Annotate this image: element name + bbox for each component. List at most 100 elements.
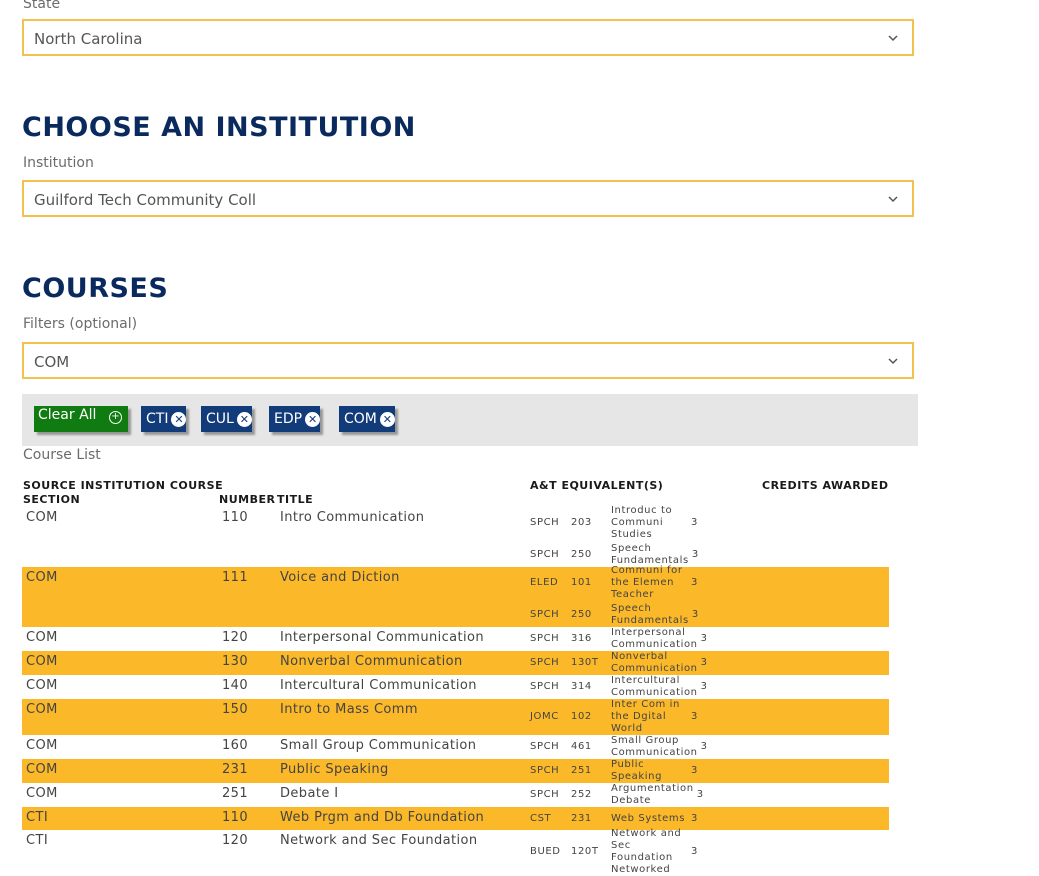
equiv-number: 461 — [571, 741, 592, 752]
cell-number: 140 — [222, 678, 249, 693]
cell-number: 120 — [222, 833, 249, 848]
courses-heading: COURSES — [22, 273, 169, 304]
equiv-title: Speech Fundamentals — [611, 603, 689, 627]
equiv-title-line: Web Systems — [611, 813, 686, 824]
equiv-dept: SPCH — [530, 657, 560, 668]
equiv-number: 314 — [571, 681, 592, 692]
equiv-credits: 3 — [691, 711, 698, 722]
equiv-dept: SPCH — [530, 609, 560, 620]
equiv-title: Nonverbal Communication — [611, 651, 698, 675]
close-circle-icon[interactable]: ✕ — [236, 411, 252, 427]
institution-select-value: Guilford Tech Community Coll — [34, 191, 257, 209]
clear-all-button[interactable]: Clear All + — [34, 406, 128, 432]
state-select[interactable]: North Carolina — [22, 19, 914, 56]
chevron-down-icon — [888, 358, 898, 365]
col-header-title: TITLE — [277, 493, 314, 506]
institution-select[interactable]: Guilford Tech Community Coll — [22, 180, 914, 217]
cell-number: 150 — [222, 702, 249, 717]
equiv-title: Network and Sec Foundation Networked — [611, 828, 681, 876]
cell-title: Intro to Mass Comm — [280, 702, 418, 717]
equiv-title-line: Fundamentals — [611, 615, 689, 626]
equiv-number: 130T — [571, 657, 599, 668]
equiv-title-line: Sec — [611, 840, 631, 851]
equiv-credits: 3 — [700, 681, 708, 692]
equiv-number: 251 — [571, 765, 592, 776]
filter-chip-cti[interactable]: CTI ✕ — [141, 406, 187, 432]
equiv-title-line: Communication — [611, 687, 698, 698]
col-header-number: NUMBER — [219, 493, 276, 506]
state-label: State — [23, 0, 61, 12]
chip-label: EDP — [274, 411, 303, 427]
equiv-credits: 3 — [700, 657, 708, 668]
equiv-title-line: Foundation — [611, 852, 673, 863]
plus-circle-icon: + — [109, 411, 122, 424]
table-row: CTI 110 Web Prgm and Db Foundation CST 231 We… — [22, 807, 889, 830]
equiv-title: Small Group Communication — [611, 735, 698, 759]
cell-section: COM — [26, 738, 58, 753]
equiv-title: Speech Fundamentals — [611, 543, 689, 567]
equiv-title: Web Systems — [611, 813, 685, 825]
cell-section: COM — [26, 678, 58, 693]
table-row: COM 160 Small Group Communication SPCH 461 Sm… — [22, 735, 889, 759]
equiv-title-line: Communication — [611, 639, 698, 650]
filter-chip-com[interactable]: COM ✕ — [339, 406, 395, 432]
cell-number: 120 — [222, 630, 249, 645]
cell-title: Nonverbal Communication — [280, 654, 463, 669]
cell-section: COM — [26, 630, 58, 645]
cell-number: 231 — [222, 762, 249, 777]
cell-number: 251 — [222, 786, 249, 801]
equiv-title-line: Inter Com in — [611, 699, 680, 710]
table-row: CTI 120 Network and Sec Foundation BUED 120T… — [22, 828, 889, 876]
col-header-equivalents: A&T EQUIVALENT(S) — [530, 479, 664, 492]
equiv-title-line: Intercultural — [611, 675, 680, 686]
equiv-title-line: Communi for — [611, 565, 683, 576]
equiv-title-line: Speech — [611, 543, 652, 554]
course-list-label: Course List — [23, 447, 101, 463]
equiv-title-line: Argumentation — [611, 783, 694, 794]
close-circle-icon[interactable]: ✕ — [171, 411, 187, 427]
equiv-title-line: the Dgital — [611, 711, 667, 722]
equiv-title: Argumentation Debate — [611, 783, 694, 807]
cell-title: Intercultural Communication — [280, 678, 477, 693]
equiv-number: 316 — [571, 633, 592, 644]
equiv-dept: BUED — [530, 846, 561, 857]
equiv-title-line: Speaking — [611, 771, 663, 782]
equiv-credits: 3 — [700, 741, 708, 752]
cell-section: COM — [26, 570, 58, 585]
equiv-title: Inter Com in the Dgital World — [611, 699, 680, 735]
equiv-dept: JOMC — [530, 711, 559, 722]
filter-chips-bar: Clear All + CTI ✕ CUL ✕ EDP ✕ COM ✕ — [22, 394, 918, 446]
table-row: COM 231 Public Speaking SPCH 251 Public Speaki… — [22, 759, 889, 783]
equiv-title: Intercultural Communication — [611, 675, 698, 699]
equiv-credits: 3 — [691, 517, 698, 528]
cell-section: CTI — [26, 810, 49, 825]
cell-section: CTI — [26, 833, 49, 848]
cell-section: COM — [26, 654, 58, 669]
equiv-dept: CST — [530, 813, 552, 824]
table-row: COM 140 Intercultural Communication SPCH 314… — [22, 675, 889, 699]
filter-chip-edp[interactable]: EDP ✕ — [269, 406, 321, 432]
filter-chip-cul[interactable]: CUL ✕ — [201, 406, 252, 432]
equiv-credits: 3 — [691, 577, 698, 588]
equiv-title-line: Networked — [611, 864, 671, 875]
equiv-dept: SPCH — [530, 789, 560, 800]
equiv-title-line: Studies — [611, 529, 653, 540]
filters-label: Filters (optional) — [23, 316, 138, 332]
equiv-title-line: Introduc to — [611, 505, 673, 516]
equiv-credits: 3 — [700, 633, 708, 644]
equiv-credits: 3 — [691, 846, 698, 857]
institution-heading: CHOOSE AN INSTITUTION — [22, 112, 416, 143]
chip-label: COM — [344, 411, 377, 427]
close-circle-icon[interactable]: ✕ — [305, 411, 321, 427]
equiv-dept: SPCH — [530, 741, 560, 752]
equiv-number: 120T — [571, 846, 599, 857]
equiv-title-line: World — [611, 723, 643, 734]
equiv-title-line: Small Group — [611, 735, 679, 746]
cell-section: COM — [26, 510, 58, 525]
filters-select[interactable]: COM — [22, 342, 914, 379]
close-circle-icon[interactable]: ✕ — [379, 411, 395, 427]
equiv-number: 101 — [571, 577, 592, 588]
equiv-title-line: Interpersonal — [611, 627, 686, 638]
cell-title: Network and Sec Foundation — [280, 833, 478, 848]
cell-title: Debate I — [280, 786, 339, 801]
